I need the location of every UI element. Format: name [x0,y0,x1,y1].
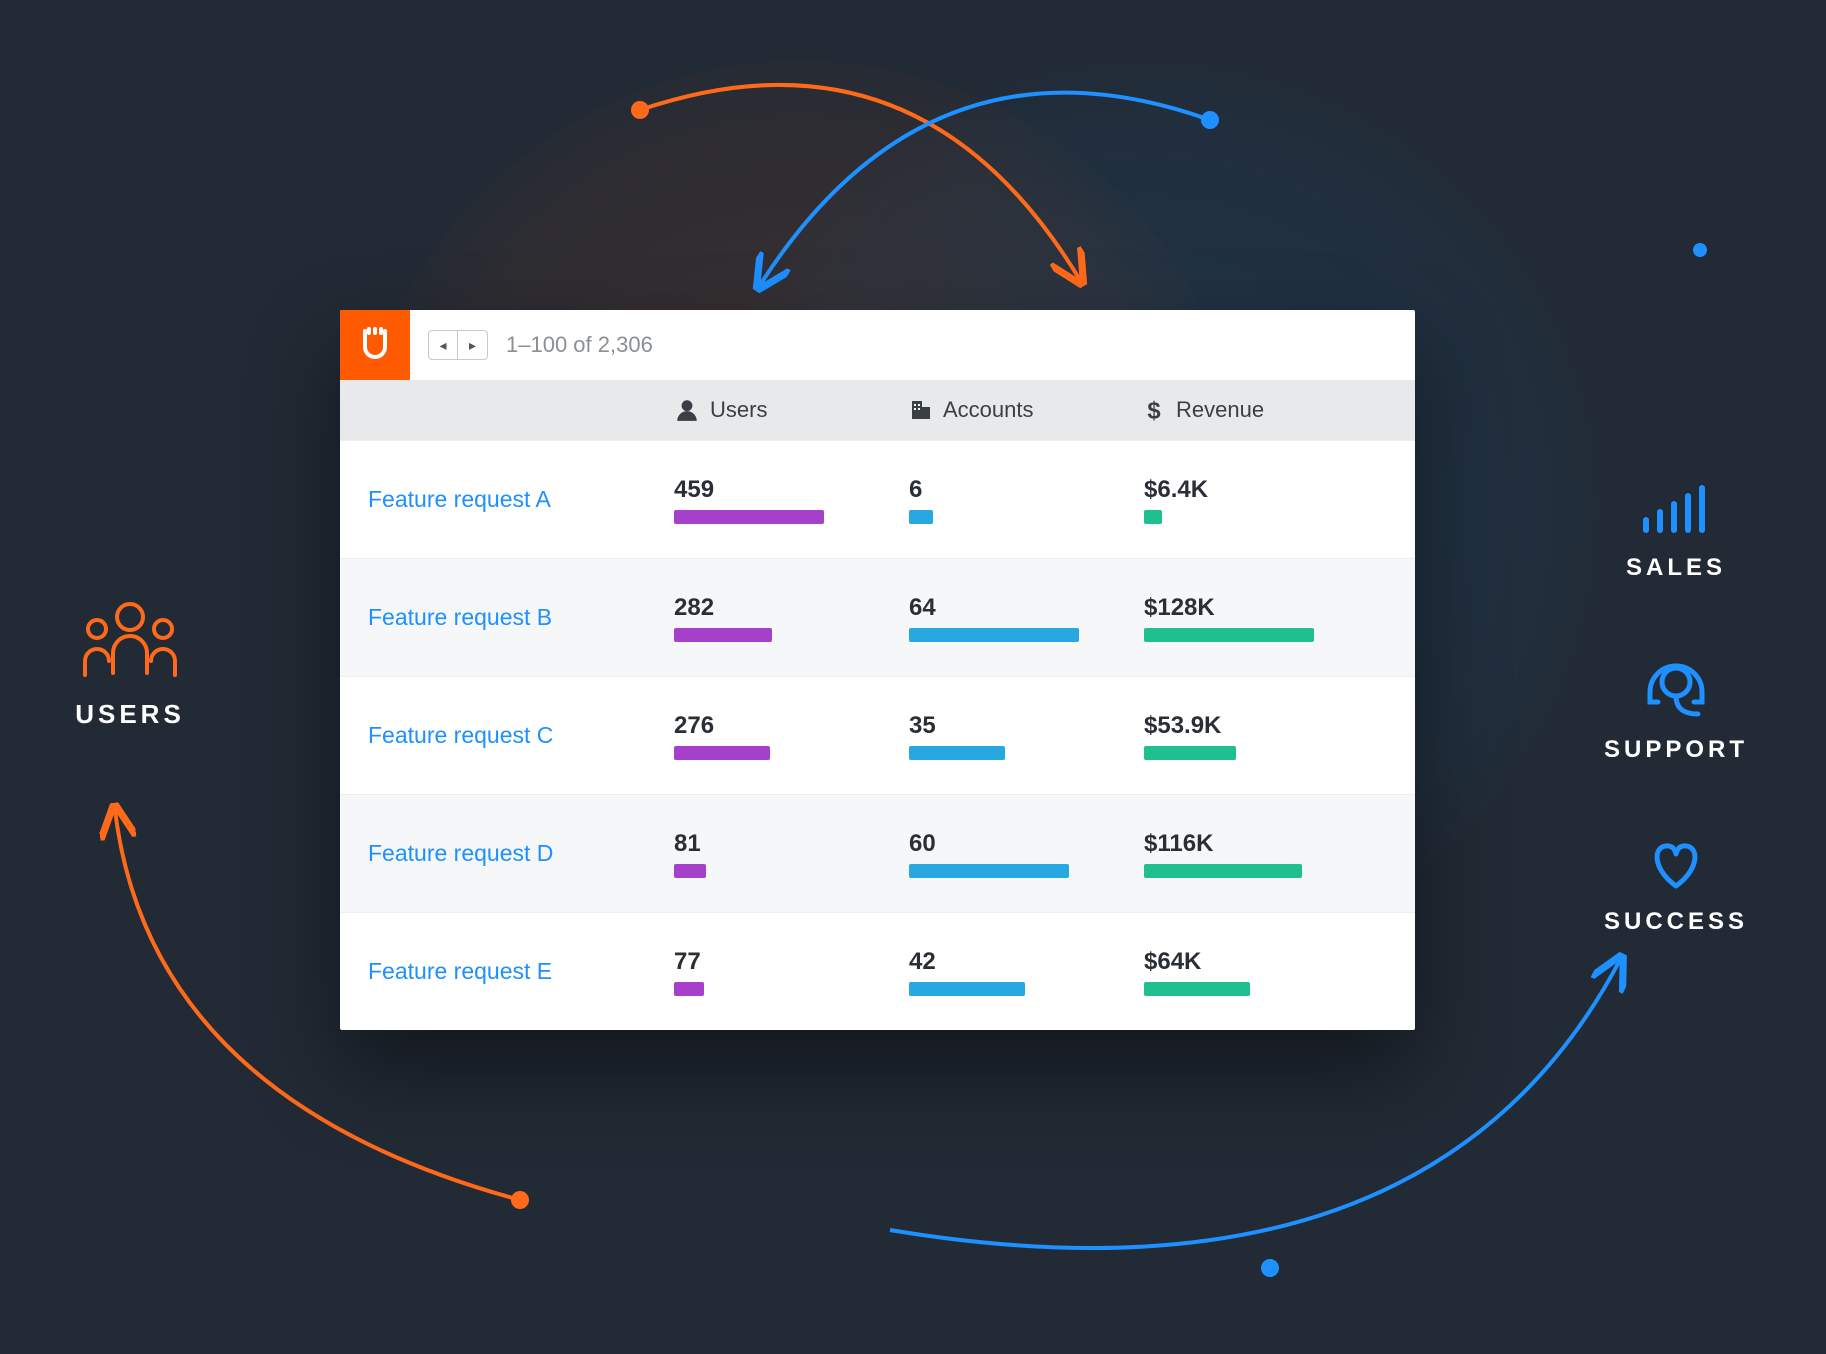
users-bar [674,864,706,878]
accounts-cell: 42 [895,948,1130,996]
feature-name-link[interactable]: Feature request E [340,958,660,985]
col-header-accounts-text: Accounts [943,397,1034,423]
users-bar [674,982,704,996]
col-header-revenue[interactable]: $ Revenue [1130,397,1415,423]
users-bar [674,628,772,642]
revenue-value: $6.4K [1144,476,1415,504]
accounts-cell: 60 [895,830,1130,878]
accounts-bar [909,746,1005,760]
accounts-value: 6 [909,476,1130,504]
revenue-cell: $6.4K [1130,476,1415,524]
sales-label: SALES [1576,480,1776,582]
revenue-bar [1144,982,1250,996]
col-header-users-text: Users [710,397,767,423]
users-value: 77 [674,948,895,976]
revenue-bar [1144,746,1236,760]
users-value: 282 [674,594,895,622]
col-header-accounts[interactable]: Accounts [895,397,1130,423]
table-row: Feature request D 81 60 $116K [340,794,1415,912]
table-row: Feature request A 459 6 $6.4K [340,440,1415,558]
users-value: 276 [674,712,895,740]
users-value: 459 [674,476,895,504]
revenue-value: $116K [1144,830,1415,858]
window-titlebar: ◂ ▸ 1–100 of 2,306 [340,310,1415,380]
support-label: SUPPORT [1576,652,1776,764]
revenue-value: $53.9K [1144,712,1415,740]
support-text: SUPPORT [1604,736,1748,763]
revenue-cell: $128K [1130,594,1415,642]
revenue-bar [1144,510,1162,524]
revenue-bar [1144,864,1302,878]
accounts-cell: 35 [895,712,1130,760]
uservoice-logo-icon [355,325,395,365]
dollar-icon: $ [1144,397,1166,423]
support-headset-icon [1636,652,1716,722]
table-header: Users Accounts $ Revenue [340,380,1415,440]
revenue-cell: $53.9K [1130,712,1415,760]
caret-right-icon: ▸ [469,337,476,354]
pager-next-button[interactable]: ▸ [458,330,488,360]
accounts-bar [909,864,1069,878]
users-group-icon [75,595,185,685]
success-text: SUCCESS [1604,908,1748,935]
accounts-cell: 6 [895,476,1130,524]
accounts-bar [909,510,933,524]
users-cell: 81 [660,830,895,878]
success-label: SUCCESS [1576,834,1776,936]
user-icon [674,397,700,423]
sales-bars-icon [1636,480,1716,540]
table-row: Feature request E 77 42 $64K [340,912,1415,1030]
caret-left-icon: ◂ [439,337,446,354]
pager: ◂ ▸ [428,330,488,360]
users-bar [674,510,824,524]
table-row: Feature request B 282 64 $128K [340,558,1415,676]
revenue-bar [1144,628,1314,642]
svg-text:$: $ [1147,398,1160,423]
users-value: 81 [674,830,895,858]
feature-request-table-window: ◂ ▸ 1–100 of 2,306 Users Accounts $ Reve… [340,310,1415,1030]
revenue-value: $128K [1144,594,1415,622]
accounts-value: 35 [909,712,1130,740]
revenue-value: $64K [1144,948,1415,976]
table-row: Feature request C 276 35 $53.9K [340,676,1415,794]
accounts-value: 42 [909,948,1130,976]
success-heart-icon [1641,834,1711,894]
col-header-revenue-text: Revenue [1176,397,1264,423]
users-cell: 282 [660,594,895,642]
col-header-users[interactable]: Users [660,397,895,423]
feature-name-link[interactable]: Feature request A [340,486,660,513]
pager-prev-button[interactable]: ◂ [428,330,458,360]
users-audience-label: USERS [40,595,220,730]
accounts-bar [909,628,1079,642]
feature-name-link[interactable]: Feature request B [340,604,660,631]
accounts-value: 64 [909,594,1130,622]
users-cell: 276 [660,712,895,760]
revenue-cell: $64K [1130,948,1415,996]
pager-range-text: 1–100 of 2,306 [506,332,653,358]
feature-name-link[interactable]: Feature request C [340,722,660,749]
revenue-cell: $116K [1130,830,1415,878]
accounts-cell: 64 [895,594,1130,642]
sales-text: SALES [1626,554,1726,581]
feature-name-link[interactable]: Feature request D [340,840,660,867]
app-logo [340,310,410,380]
accounts-bar [909,982,1025,996]
users-cell: 77 [660,948,895,996]
users-bar [674,746,770,760]
users-audience-text: USERS [75,699,185,729]
users-cell: 459 [660,476,895,524]
building-icon [909,398,933,422]
accounts-value: 60 [909,830,1130,858]
